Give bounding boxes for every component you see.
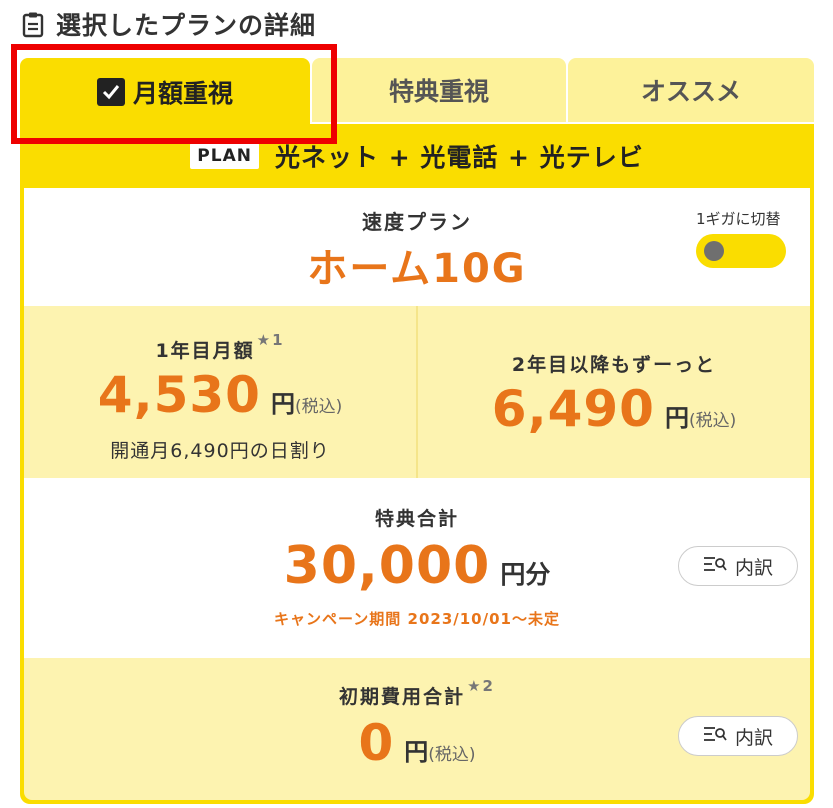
initial-cost-section: 初期費用合計 ★2 0 円(税込) 内訳 <box>24 658 810 800</box>
after-second-year-label: 2年目以降もずーっと <box>511 354 717 376</box>
yen-unit: 円 <box>404 738 429 766</box>
yen-unit: 円分 <box>500 560 551 589</box>
breakdown-label: 内訳 <box>734 726 773 749</box>
tax-note: (税込) <box>294 397 343 417</box>
speed-plan-label: 速度プラン <box>362 210 472 234</box>
initial-cost-label: 初期費用合計 <box>339 686 466 708</box>
benefit-total-section: 特典合計 30,000 円分 キャンペーン期間 2023/10/01〜未定 内訳 <box>24 478 810 658</box>
plan-detail-card: PLAN 光ネット + 光電話 + 光テレビ 速度プラン ホーム10G 1ギガに… <box>20 124 814 804</box>
tab-label: オススメ <box>640 77 741 106</box>
plan-badge: PLAN <box>190 143 259 169</box>
after-second-year-amount: 6,490 <box>491 380 655 438</box>
tab-monthly[interactable]: 月額重視 <box>20 58 310 126</box>
speed-plan-section: 速度プラン ホーム10G 1ギガに切替 <box>24 188 810 306</box>
list-search-icon <box>703 555 727 577</box>
first-year-amount: 4,530 <box>97 366 261 424</box>
clipboard-icon <box>20 9 46 39</box>
footnote-star: ★1 <box>256 331 285 349</box>
after-second-year-price: 2年目以降もずーっと 6,490 円(税込) <box>418 306 810 478</box>
tax-note: (税込) <box>428 745 476 765</box>
first-year-label: 1年目月額 <box>155 340 255 362</box>
benefit-total-amount: 30,000 <box>283 536 491 596</box>
plan-bar: PLAN 光ネット + 光電話 + 光テレビ <box>20 124 814 188</box>
tab-label: 月額重視 <box>132 79 233 108</box>
speed-plan-value: ホーム10G <box>307 246 527 292</box>
plan-name: 光ネット + 光電話 + 光テレビ <box>274 143 644 172</box>
toggle-knob <box>704 241 724 261</box>
prorate-note: 開通月6,490円の日割り <box>110 440 330 462</box>
breakdown-label: 内訳 <box>734 556 773 579</box>
monthly-price-section: 1年目月額 ★1 4,530 円(税込) 開通月6,490円の日割り 2年目以降もず… <box>24 306 810 478</box>
campaign-period: キャンペーン期間 2023/10/01〜未定 <box>274 610 560 628</box>
benefit-breakdown-button[interactable]: 内訳 <box>678 546 798 586</box>
list-search-icon <box>703 725 727 747</box>
tab-benefits[interactable]: 特典重視 <box>312 58 566 122</box>
yen-unit: 円 <box>664 404 689 432</box>
initial-cost-breakdown-button[interactable]: 内訳 <box>678 716 798 756</box>
checkbox-checked-icon <box>96 78 125 106</box>
switch-1giga-toggle[interactable] <box>696 234 786 268</box>
tab-recommended[interactable]: オススメ <box>568 58 814 122</box>
page-title: 選択したプランの詳細 <box>56 11 317 40</box>
section-header: 選択したプランの詳細 <box>20 6 316 42</box>
initial-cost-amount: 0 <box>358 714 395 772</box>
plan-tabs: 月額重視 特典重視 オススメ <box>20 58 814 126</box>
yen-unit: 円 <box>270 390 295 418</box>
benefit-total-label: 特典合計 <box>374 508 459 530</box>
switch-1giga-label: 1ギガに切替 <box>696 210 781 228</box>
first-year-price: 1年目月額 ★1 4,530 円(税込) 開通月6,490円の日割り <box>24 306 416 478</box>
tab-label: 特典重視 <box>388 77 489 106</box>
tax-note: (税込) <box>688 411 737 431</box>
footnote-star: ★2 <box>467 677 495 695</box>
